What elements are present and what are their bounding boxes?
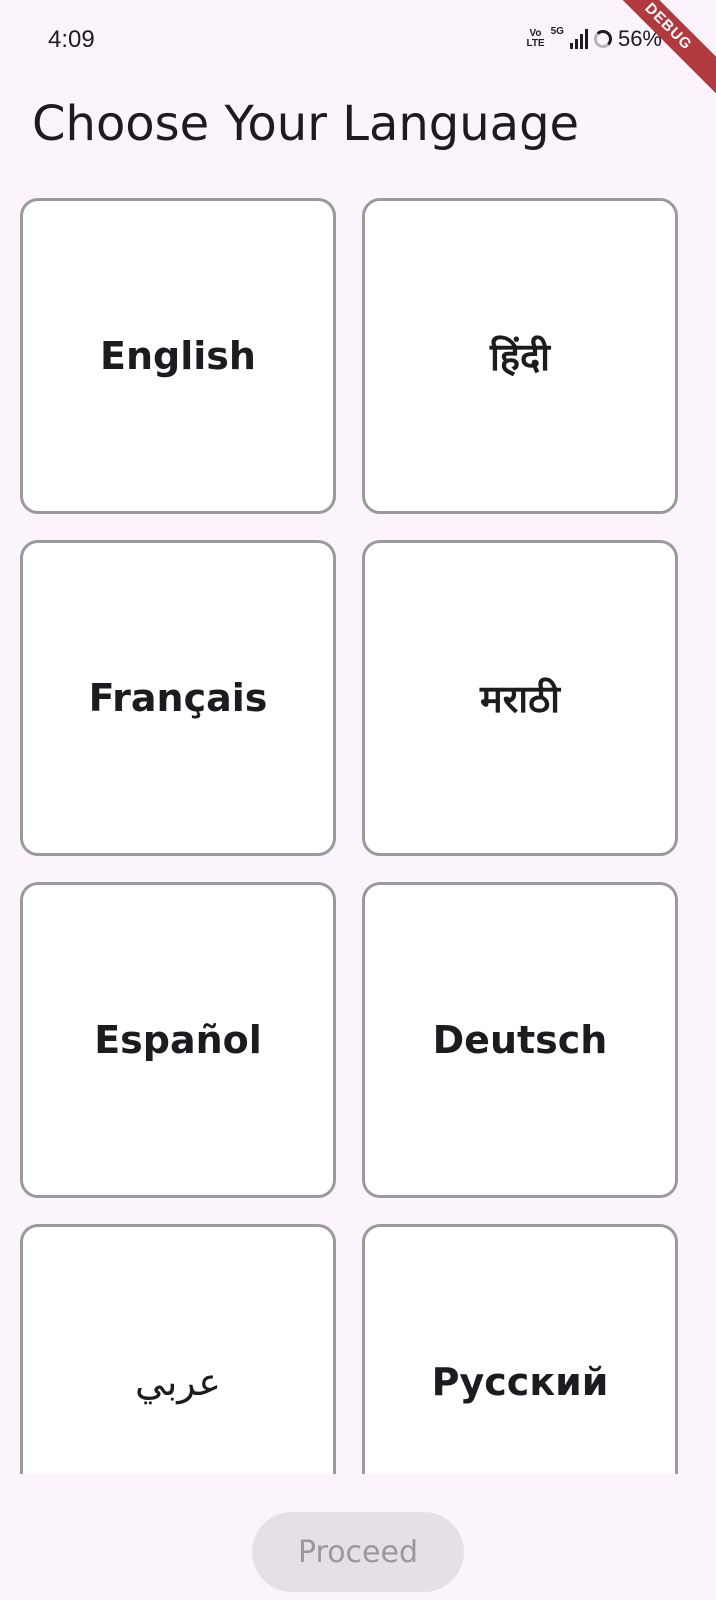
language-card-hindi[interactable]: हिंदी: [362, 198, 678, 514]
language-label: Français: [88, 676, 268, 720]
battery-icon: [593, 30, 612, 48]
language-card-english[interactable]: English: [20, 198, 336, 514]
status-bar: 4:09 Vo LTE 5G 56% DEBUG: [0, 0, 716, 107]
proceed-button[interactable]: Proceed: [252, 1512, 464, 1592]
language-label: हिंदी: [489, 335, 551, 379]
volte-bottom-label: LTE: [526, 38, 545, 49]
language-grid[interactable]: English हिंदी Français मराठी Español Deu…: [0, 190, 716, 1474]
language-card-french[interactable]: Français: [20, 540, 336, 856]
language-label: Español: [94, 1018, 262, 1062]
language-label: عربي: [135, 1360, 221, 1404]
page-title: Choose Your Language: [32, 96, 580, 152]
language-card-spanish[interactable]: Español: [20, 882, 336, 1198]
language-label: मराठी: [479, 677, 561, 721]
language-card-arabic[interactable]: عربي: [20, 1224, 336, 1474]
language-label: Deutsch: [432, 1018, 608, 1062]
language-label: English: [100, 334, 256, 378]
network-type-label: 5G: [550, 26, 564, 37]
language-card-russian[interactable]: Русский: [362, 1224, 678, 1474]
language-label: Русский: [431, 1360, 609, 1404]
signal-icon: [569, 29, 588, 49]
language-card-german[interactable]: Deutsch: [362, 882, 678, 1198]
status-icons: Vo LTE 5G 56%: [526, 24, 662, 54]
status-time: 4:09: [48, 26, 95, 53]
volte-icon: Vo LTE: [526, 29, 544, 49]
language-card-marathi[interactable]: मराठी: [362, 540, 678, 856]
